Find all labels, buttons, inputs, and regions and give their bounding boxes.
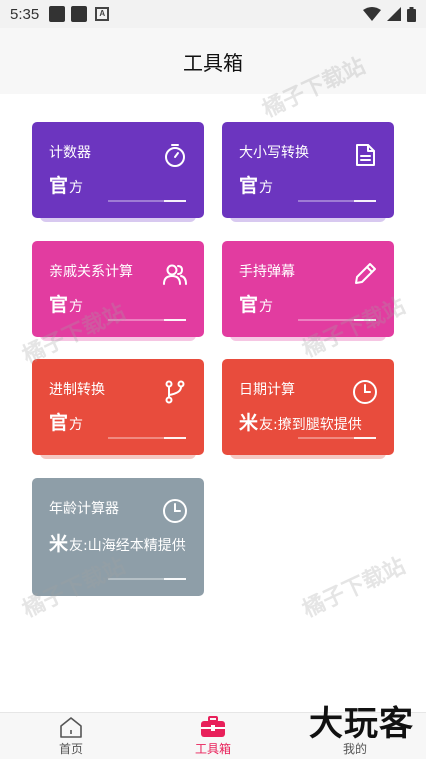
signal-icon <box>387 7 401 21</box>
nav-item-toolbox[interactable]: 工具箱 <box>142 713 284 759</box>
toolbox-icon <box>201 716 225 737</box>
tool-card-source: 米友:山海经本精提供 <box>49 533 186 555</box>
card-decor-bar <box>298 437 376 439</box>
stopwatch-icon <box>165 144 185 167</box>
tool-card-source: 官方 <box>49 412 84 434</box>
tool-card-date-calc[interactable]: 日期计算 米友:撩到腿软提供 <box>222 359 394 455</box>
brand-logo: 大玩客 <box>309 704 414 744</box>
card-decor-bar <box>108 319 186 321</box>
tool-card-case-convert[interactable]: 大小写转换 官方 <box>222 122 394 218</box>
page-title: 工具箱 <box>183 50 243 75</box>
tool-card-source: 官方 <box>239 294 274 316</box>
tool-card-title: 年龄计算器 <box>49 501 119 517</box>
a-notification-icon: A <box>95 7 110 21</box>
nav-label: 首页 <box>58 742 83 756</box>
tool-card-source: 米友:撩到腿软提供 <box>239 412 362 434</box>
tool-card-base-convert[interactable]: 进制转换 官方 <box>32 359 204 455</box>
app-header: 工具箱 <box>0 28 426 94</box>
document-icon <box>356 144 375 166</box>
tool-card-title: 手持弹幕 <box>239 264 295 280</box>
status-time: 5:35 <box>10 5 40 23</box>
people-icon <box>163 264 187 285</box>
tool-card-source: 官方 <box>49 175 84 197</box>
nav-item-home[interactable]: 首页 <box>0 713 142 759</box>
status-icons <box>363 6 416 22</box>
card-decor-bar <box>298 319 376 321</box>
tool-card-counter[interactable]: 计数器 官方 <box>32 122 204 218</box>
card-decor-bar <box>298 200 376 202</box>
tool-card-source: 官方 <box>49 294 84 316</box>
tool-card-handheld-barrage[interactable]: 手持弹幕 官方 <box>222 241 394 337</box>
battery-icon <box>407 6 416 22</box>
notification-icon <box>71 6 88 22</box>
wifi-icon <box>363 7 381 21</box>
branch-icon <box>165 380 185 404</box>
tool-card-relative-calc[interactable]: 亲戚关系计算 官方 <box>32 241 204 337</box>
home-icon <box>60 717 82 738</box>
tool-card-title: 计数器 <box>49 145 91 161</box>
tool-card-title: 进制转换 <box>49 382 105 398</box>
nav-label: 工具箱 <box>194 742 231 756</box>
card-decor-bar <box>108 437 186 439</box>
clock-icon <box>163 499 187 523</box>
watermark: 橘子下载站 <box>298 553 410 623</box>
tool-card-source: 官方 <box>239 175 274 197</box>
tool-card-age-calc[interactable]: 年龄计算器 米友:山海经本精提供 <box>32 478 204 596</box>
tool-card-title: 亲戚关系计算 <box>49 264 133 280</box>
card-decor-bar <box>108 578 186 580</box>
status-bar: 5:35 A <box>0 0 426 28</box>
notification-icon <box>49 6 66 22</box>
card-decor-bar <box>108 200 186 202</box>
tool-card-title: 大小写转换 <box>239 145 309 161</box>
tool-card-title: 日期计算 <box>239 382 295 398</box>
clock-icon <box>353 380 377 404</box>
pencil-icon <box>355 263 376 284</box>
